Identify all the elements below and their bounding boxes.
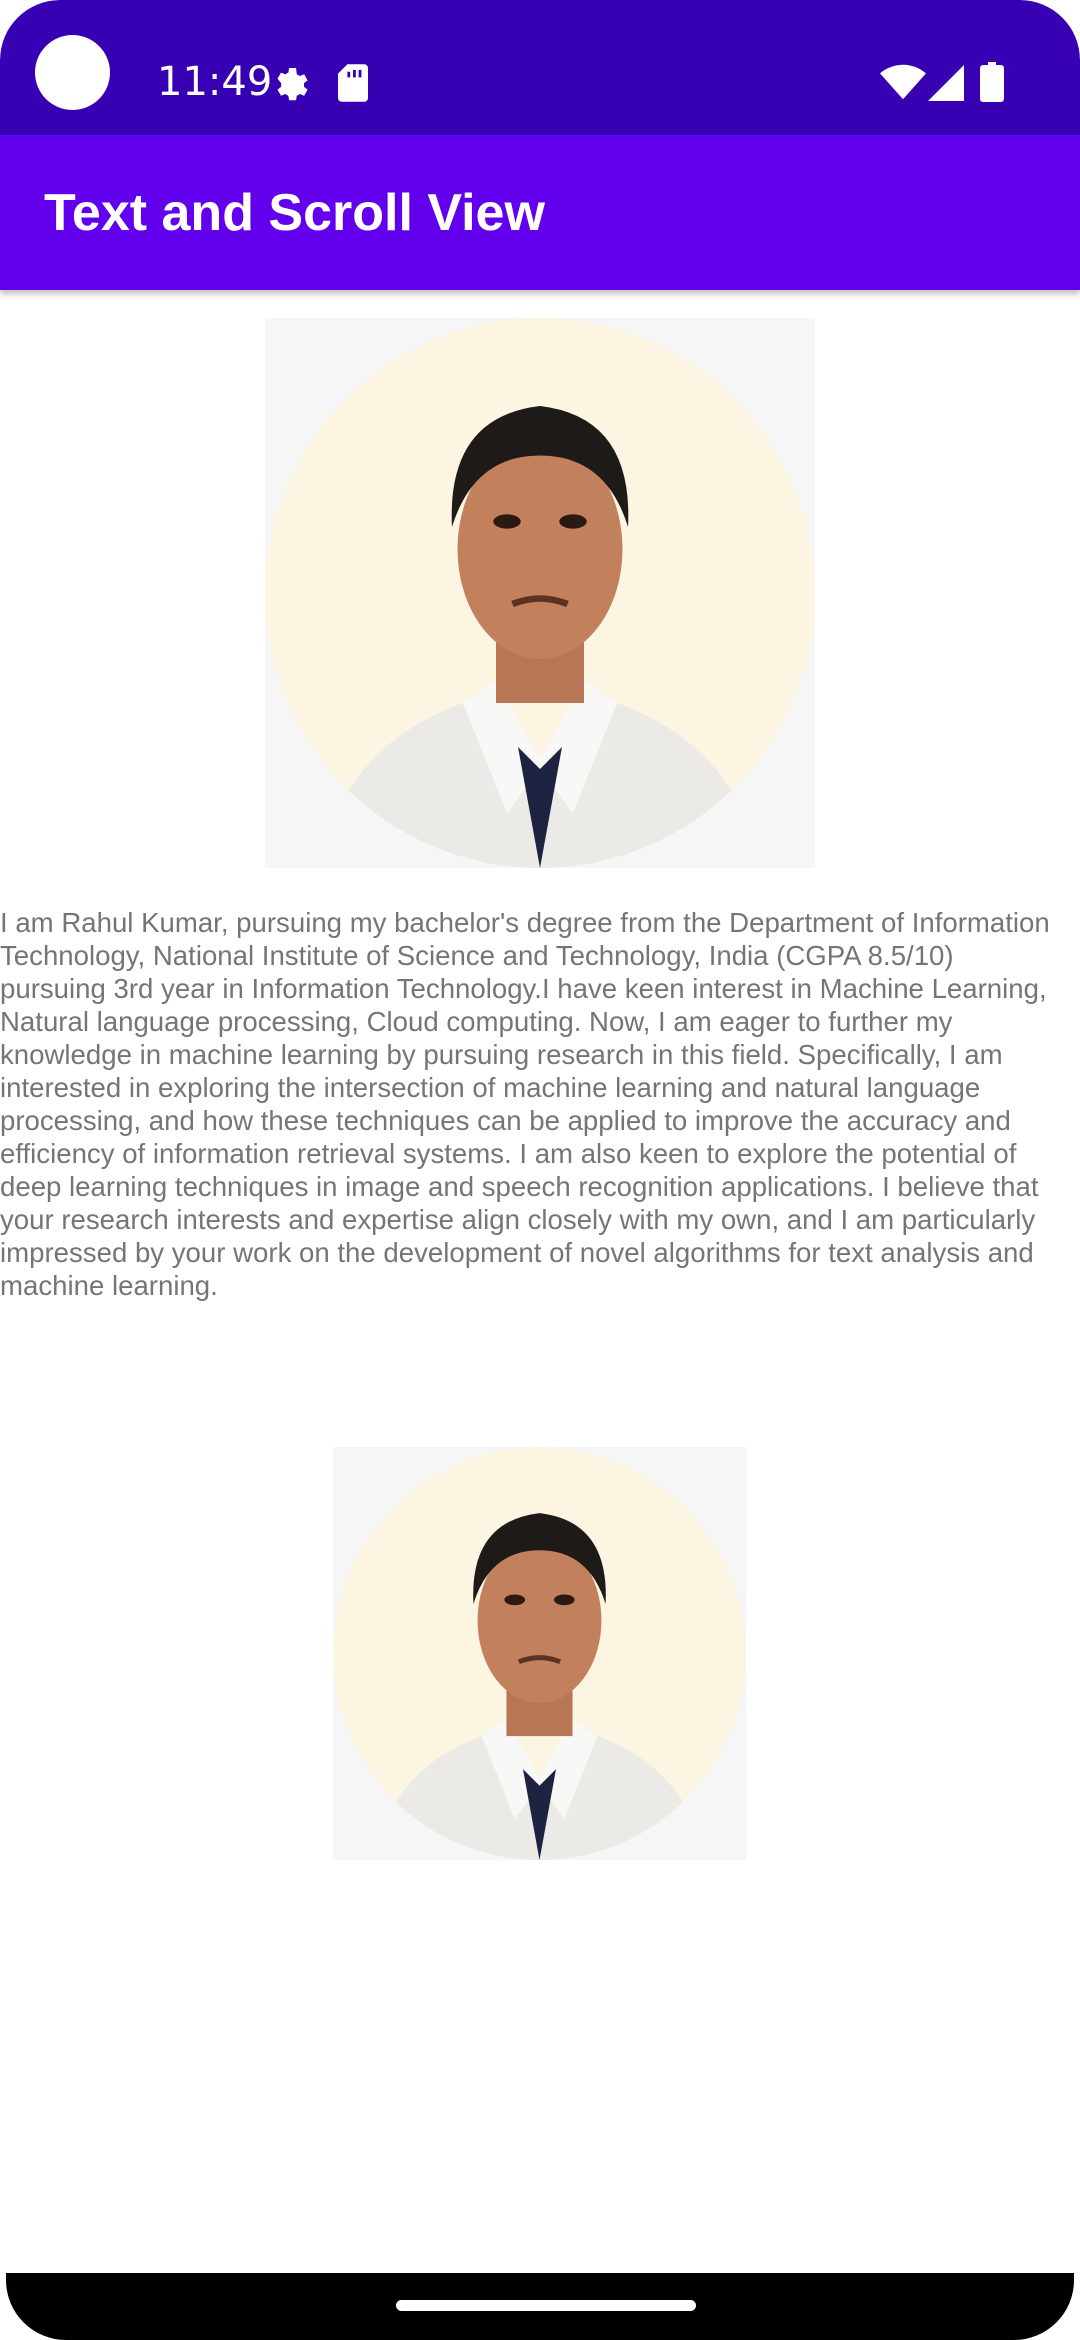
wifi-icon — [880, 64, 926, 100]
portrait-image — [265, 318, 815, 868]
bio-line: I am Rahul Kumar, pursuing my bachelor's… — [0, 907, 1050, 938]
home-gesture-handle[interactable] — [396, 2300, 696, 2311]
phone-screen: 11:49 Text and Scroll View I am Rahul Ku… — [0, 0, 1080, 2340]
bio-line: interested in exploring the intersection… — [0, 1072, 981, 1103]
portrait-photo-large — [265, 318, 815, 868]
bio-line: deep learning techniques in image and sp… — [0, 1171, 1039, 1202]
bio-line: pursuing 3rd year in Information Technol… — [0, 973, 1047, 1004]
signal-icon — [928, 65, 964, 101]
bio-line: Natural language processing, Cloud compu… — [0, 1006, 953, 1037]
portrait-photo-small — [333, 1447, 746, 1860]
gear-icon — [277, 68, 308, 101]
app-title: Text and Scroll View — [44, 183, 545, 242]
battery-icon — [980, 62, 1004, 102]
status-bar: 11:49 — [0, 0, 1080, 135]
bio-line: machine learning. — [0, 1270, 218, 1301]
sd-card-icon — [338, 64, 368, 102]
bio-line: efficiency of information retrieval syst… — [0, 1138, 1017, 1169]
bio-text: I am Rahul Kumar, pursuing my bachelor's… — [0, 906, 1080, 1302]
bio-line: your research interests and expertise al… — [0, 1204, 1036, 1235]
app-bar: Text and Scroll View — [0, 135, 1080, 290]
navigation-bar — [0, 2273, 1080, 2340]
navigation-bar-background — [6, 2273, 1074, 2340]
portrait-image — [333, 1447, 746, 1860]
bio-line: processing, and how these techniques can… — [0, 1105, 1011, 1136]
bio-line: impressed by your work on the developmen… — [0, 1237, 1034, 1268]
scroll-view[interactable]: I am Rahul Kumar, pursuing my bachelor's… — [0, 290, 1080, 2273]
camera-cutout — [35, 35, 110, 110]
bio-line: knowledge in machine learning by pursuin… — [0, 1039, 1003, 1070]
bio-line: Technology, National Institute of Scienc… — [0, 940, 954, 971]
status-time: 11:49 — [157, 59, 273, 105]
